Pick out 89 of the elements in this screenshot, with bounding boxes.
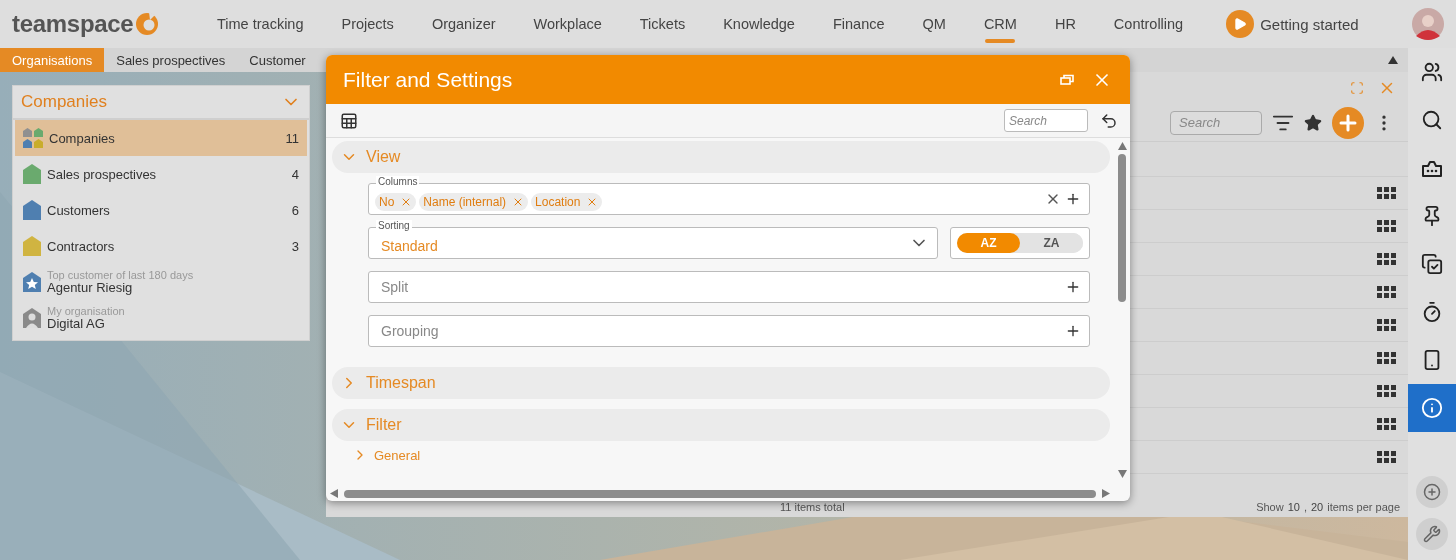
- show-label: Show: [1256, 501, 1284, 513]
- item-label: Digital AG: [47, 316, 105, 332]
- grid-icon[interactable]: [1377, 318, 1396, 332]
- dialog-title: Filter and Settings: [343, 67, 514, 92]
- nav-tab[interactable]: CRM: [964, 0, 1036, 48]
- category-item[interactable]: Sales prospectives 4: [15, 156, 307, 192]
- per-page-label: items per page: [1327, 501, 1400, 513]
- nav-tab[interactable]: Time tracking: [198, 0, 323, 48]
- select-value: Standard: [380, 237, 439, 254]
- grid-icon[interactable]: [1377, 186, 1396, 200]
- tasks-icon: [1421, 253, 1443, 275]
- field-placeholder: Grouping: [380, 323, 440, 339]
- item-count: 6: [291, 202, 299, 218]
- add-icon[interactable]: [1065, 323, 1081, 339]
- logo-icon: [135, 12, 160, 36]
- item-label: Agentur Riesig: [47, 280, 134, 296]
- nav-tab[interactable]: Controlling: [1094, 0, 1203, 48]
- undo-icon[interactable]: [1100, 111, 1118, 130]
- field-label: Columns: [376, 176, 420, 188]
- page-size-link[interactable]: 10: [1287, 501, 1300, 513]
- play-icon: [1226, 10, 1255, 38]
- houses-icon: [23, 128, 43, 148]
- grid-icon[interactable]: [1377, 351, 1396, 365]
- search-icon: [1421, 109, 1443, 131]
- nav-tab[interactable]: Organizer: [412, 0, 515, 48]
- grid-icon[interactable]: [1377, 219, 1396, 233]
- getting-started-link[interactable]: Getting started: [1226, 10, 1359, 38]
- add-icon: [1423, 483, 1441, 501]
- grid-icon[interactable]: [1377, 417, 1396, 431]
- nav-tab[interactable]: Projects: [322, 0, 413, 48]
- grid-icon[interactable]: [1377, 285, 1396, 299]
- grid-icon[interactable]: [1377, 450, 1396, 464]
- scroll-right-icon[interactable]: [1102, 489, 1110, 498]
- sidebar-round-button[interactable]: [1416, 476, 1448, 508]
- grid-icon[interactable]: [1377, 252, 1396, 266]
- collapse-icon[interactable]: [1388, 56, 1398, 64]
- field-label: Sorting: [376, 220, 412, 232]
- nav-tab[interactable]: QM: [903, 0, 965, 48]
- nav-tab[interactable]: Knowledge: [704, 0, 814, 48]
- wrench-icon: [1423, 525, 1441, 543]
- category-item[interactable]: Companies 11: [15, 120, 307, 156]
- item-caption: My organisation: [47, 304, 125, 317]
- item-caption: Top customer of last 180 days: [47, 268, 194, 281]
- search-field[interactable]: Search: [1170, 110, 1262, 135]
- add-field[interactable]: Split: [368, 271, 1090, 303]
- sub-tab[interactable]: Sales prospectives: [104, 48, 238, 72]
- scroll-thumb[interactable]: [344, 489, 1096, 498]
- item-count: 11: [285, 130, 299, 146]
- item-label: Customers: [47, 202, 111, 218]
- field-placeholder: Split: [380, 279, 410, 295]
- page-size-link[interactable]: 20: [1311, 501, 1324, 513]
- item-count: 4: [291, 166, 299, 182]
- search-field[interactable]: Search: [1004, 109, 1088, 132]
- spreadsheet-icon[interactable]: [340, 111, 358, 130]
- add-button[interactable]: [1332, 106, 1364, 139]
- nav-tab[interactable]: Tickets: [620, 0, 705, 48]
- separator: ,: [1303, 501, 1307, 513]
- ticket-icon: [1421, 158, 1443, 178]
- scroll-left-icon[interactable]: [330, 489, 338, 498]
- star-icon[interactable]: [1304, 113, 1322, 132]
- add-icon[interactable]: [1065, 191, 1081, 207]
- star-house-icon: [23, 272, 41, 292]
- nav-tab[interactable]: Workplace: [514, 0, 621, 48]
- avatar[interactable]: [1412, 8, 1444, 40]
- nav-tab[interactable]: HR: [1035, 0, 1095, 48]
- category-item[interactable]: Top customer of last 180 days Agentur Riesig: [15, 264, 307, 300]
- item-label: Companies: [49, 130, 116, 146]
- sub-tab[interactable]: Customer: [237, 48, 318, 72]
- category-item[interactable]: My organisation Digital AG: [15, 300, 307, 336]
- person-house-icon: [23, 308, 41, 328]
- panel-title: Companies: [21, 92, 107, 112]
- stopwatch-icon: [1421, 301, 1443, 323]
- add-icon[interactable]: [1065, 279, 1081, 295]
- items-total: 11 items total: [780, 501, 845, 513]
- item-label: Contractors: [47, 238, 116, 254]
- scroll-up-icon[interactable]: [1117, 142, 1127, 150]
- logo-text: teamspace: [12, 10, 134, 38]
- grid-icon[interactable]: [1377, 384, 1396, 398]
- category-item[interactable]: Customers 6: [15, 192, 307, 228]
- info-icon: [1421, 397, 1443, 419]
- item-label: Sales prospectives: [47, 166, 158, 182]
- category-item[interactable]: Contractors 3: [15, 228, 307, 264]
- scroll-down-icon[interactable]: [1117, 470, 1127, 478]
- sidebar-round-button[interactable]: [1416, 518, 1448, 550]
- scroll-thumb[interactable]: [1118, 154, 1126, 302]
- add-field[interactable]: Grouping: [368, 315, 1090, 347]
- people-icon: [1421, 61, 1443, 83]
- nav-tab[interactable]: Finance: [813, 0, 904, 48]
- item-count: 3: [291, 238, 299, 254]
